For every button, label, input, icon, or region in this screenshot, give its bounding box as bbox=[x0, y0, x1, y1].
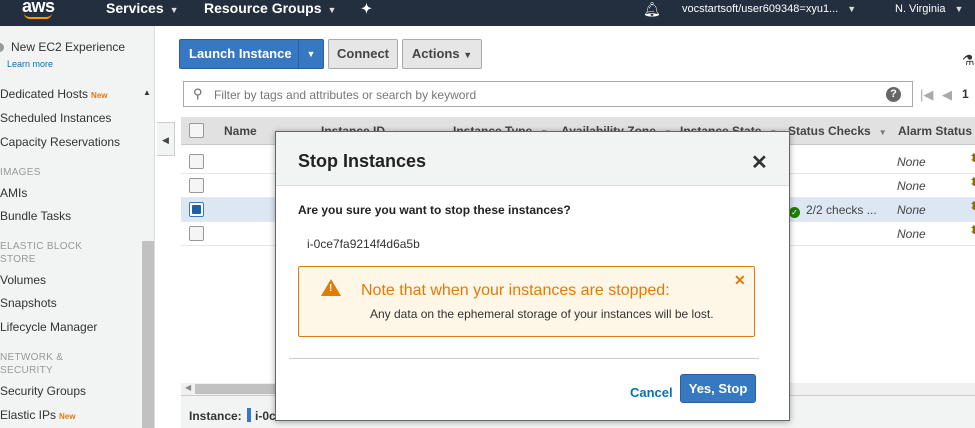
cancel-button[interactable]: Cancel bbox=[630, 385, 673, 400]
alarm-icon[interactable]: ⬍ bbox=[969, 199, 975, 213]
actions-label: Actions bbox=[411, 46, 460, 61]
sidebar: New EC2 Experience Learn more Dedicated … bbox=[0, 26, 155, 428]
warning-box: ! Note that when your instances are stop… bbox=[298, 266, 755, 337]
sidebar-item-scheduled-instances[interactable]: Scheduled Instances bbox=[0, 111, 111, 125]
collapse-sidebar-button[interactable]: ◀ bbox=[157, 122, 175, 156]
dialog-divider bbox=[289, 358, 759, 359]
dialog-title: Stop Instances bbox=[298, 151, 427, 171]
new-experience-label: New EC2 Experience bbox=[11, 40, 126, 54]
actions-button[interactable]: Actions ▼ bbox=[402, 39, 482, 69]
column-header-label: Status Checks bbox=[788, 124, 871, 138]
close-icon[interactable]: ✕ bbox=[751, 150, 768, 175]
instance-label: Instance: bbox=[189, 409, 242, 423]
filter-search-input[interactable]: ⚲ Filter by tags and attributes or searc… bbox=[183, 81, 913, 107]
sidebar-scrollbar[interactable] bbox=[142, 241, 154, 428]
scroll-up-icon[interactable]: ▲ bbox=[143, 88, 151, 97]
row-checkbox[interactable] bbox=[189, 154, 204, 169]
services-menu[interactable]: Services ▼ bbox=[106, 0, 179, 16]
alarm-status-cell: None bbox=[897, 179, 926, 193]
page-number: 1 bbox=[962, 87, 969, 101]
column-header-name[interactable]: Name bbox=[224, 124, 257, 138]
chevron-down-icon[interactable]: ▼ bbox=[298, 40, 323, 68]
chevron-left-icon: ◀ bbox=[162, 135, 169, 145]
alarm-status-cell: None bbox=[897, 155, 926, 169]
chevron-down-icon: ▼ bbox=[463, 50, 473, 60]
pin-icon[interactable]: ✦ bbox=[361, 1, 372, 17]
new-experience-toggle[interactable]: New EC2 Experience bbox=[0, 40, 125, 54]
launch-instance-button[interactable]: Launch Instance ▼ bbox=[179, 39, 324, 69]
check-ok-icon: ✓ bbox=[789, 207, 800, 218]
sidebar-item-volumes[interactable]: Volumes bbox=[0, 273, 46, 287]
region-label: N. Virginia bbox=[895, 3, 946, 15]
top-nav-bar: aws Services ▼ Resource Groups ▼ ✦ 🔔︎ vocs… bbox=[0, 0, 975, 26]
scroll-left-icon[interactable]: ◀ bbox=[185, 383, 191, 392]
sidebar-item-lifecycle-manager[interactable]: Lifecycle Manager bbox=[0, 320, 97, 334]
help-icon[interactable]: ? bbox=[886, 87, 901, 102]
toggle-icon bbox=[0, 43, 4, 53]
first-page-icon[interactable]: |◀ bbox=[920, 87, 933, 103]
sidebar-item-label: Elastic IPs bbox=[0, 408, 57, 422]
alarm-icon[interactable]: ⬍ bbox=[969, 175, 975, 189]
row-checkbox[interactable] bbox=[189, 202, 204, 217]
new-badge: New bbox=[91, 91, 108, 100]
search-icon: ⚲ bbox=[193, 86, 203, 101]
instance-id: i-0ce7fa9214f4d6a5b bbox=[307, 237, 420, 251]
dismiss-warning-icon[interactable]: ✕ bbox=[734, 272, 746, 289]
section-images: IMAGES bbox=[0, 167, 41, 178]
resource-groups-label: Resource Groups bbox=[204, 0, 322, 16]
alarm-status-cell: None bbox=[897, 203, 926, 217]
section-ebs: ELASTIC BLOCK STORE bbox=[0, 241, 83, 265]
new-badge: New bbox=[59, 412, 76, 421]
alarm-icon[interactable]: ⬍ bbox=[969, 151, 975, 165]
chevron-down-icon: ▼ bbox=[847, 4, 857, 14]
chevron-down-icon: ▼ bbox=[169, 5, 179, 15]
bell-icon[interactable]: 🔔︎ bbox=[643, 1, 661, 18]
section-network: NETWORK & SECURITY bbox=[0, 352, 64, 376]
learn-more-link[interactable]: Learn more bbox=[7, 59, 53, 69]
chevron-down-icon: ▼ bbox=[327, 5, 337, 15]
prev-page-icon[interactable]: ◀ bbox=[942, 87, 952, 103]
resource-groups-menu[interactable]: Resource Groups ▼ bbox=[204, 0, 336, 16]
beaker-icon[interactable]: ⚗ bbox=[962, 52, 975, 69]
sidebar-item-dedicated-hosts[interactable]: Dedicated Hosts New bbox=[0, 87, 108, 101]
row-checkbox[interactable] bbox=[189, 178, 204, 193]
warning-text: Any data on the ephemeral storage of you… bbox=[370, 307, 714, 321]
connect-button[interactable]: Connect bbox=[328, 39, 398, 69]
sidebar-item-capacity-reservations[interactable]: Capacity Reservations bbox=[0, 135, 120, 149]
column-header-alarm-status[interactable]: Alarm Status bbox=[898, 124, 972, 138]
sidebar-item-elastic-ips[interactable]: Elastic IPs New bbox=[0, 408, 75, 422]
instance-color-marker bbox=[247, 408, 251, 422]
dialog-header: Stop Instances ✕ bbox=[276, 132, 789, 186]
sidebar-item-bundle-tasks[interactable]: Bundle Tasks bbox=[0, 209, 71, 223]
filter-placeholder: Filter by tags and attributes or search … bbox=[214, 88, 477, 102]
alarm-status-cell: None bbox=[897, 227, 926, 241]
sidebar-item-label: Dedicated Hosts bbox=[0, 87, 89, 101]
account-label: vocstartsoft/user609348=xyu1... bbox=[682, 3, 839, 15]
services-label: Services bbox=[106, 0, 164, 16]
chevron-down-icon: ▼ bbox=[954, 4, 964, 14]
warning-title: Note that when your instances are stoppe… bbox=[361, 282, 670, 299]
account-menu[interactable]: vocstartsoft/user609348=xyu1... ▼ bbox=[682, 3, 856, 15]
region-menu[interactable]: N. Virginia ▼ bbox=[895, 3, 963, 15]
sidebar-item-amis[interactable]: AMIs bbox=[0, 186, 27, 200]
sidebar-item-security-groups[interactable]: Security Groups bbox=[0, 384, 86, 398]
column-header-status-checks[interactable]: Status Checks ▼ bbox=[788, 124, 887, 138]
yes-stop-button[interactable]: Yes, Stop bbox=[680, 374, 756, 403]
status-checks-cell: ✓ 2/2 checks ... bbox=[789, 203, 877, 218]
launch-instance-label: Launch Instance bbox=[189, 46, 292, 61]
stop-instances-dialog: Stop Instances ✕ Are you sure you want t… bbox=[275, 131, 790, 421]
row-checkbox[interactable] bbox=[189, 226, 204, 241]
sidebar-item-snapshots[interactable]: Snapshots bbox=[0, 296, 57, 310]
alarm-icon[interactable]: ⬍ bbox=[969, 223, 975, 237]
confirmation-question: Are you sure you want to stop these inst… bbox=[298, 203, 571, 217]
instance-value: i-0c bbox=[255, 409, 276, 423]
status-checks-value: 2/2 checks ... bbox=[806, 203, 877, 217]
sort-icon: ▼ bbox=[878, 128, 887, 137]
select-all-checkbox[interactable] bbox=[189, 123, 204, 138]
aws-logo-smile bbox=[24, 13, 52, 19]
warning-exclamation: ! bbox=[329, 283, 333, 294]
